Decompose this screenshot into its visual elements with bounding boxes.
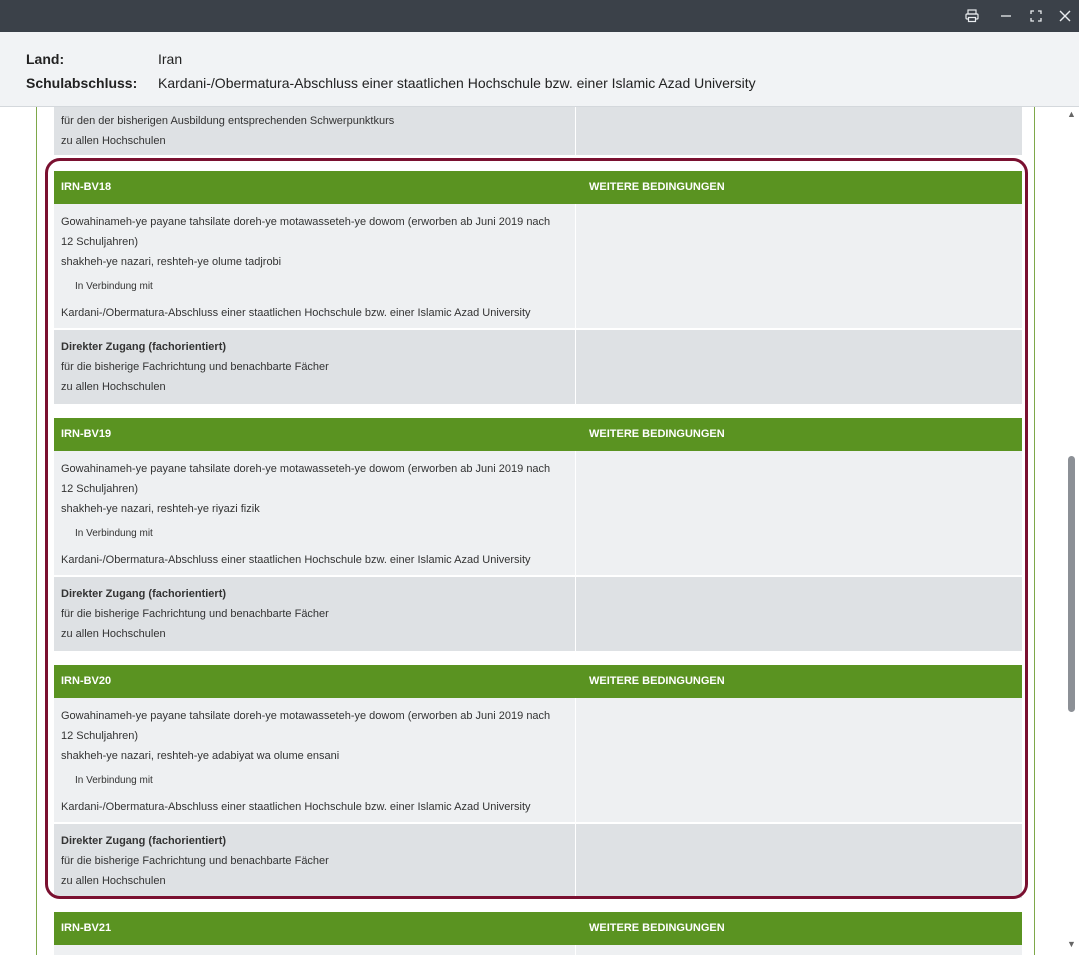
scroll-down-arrow-icon[interactable]: ▼ bbox=[1067, 940, 1076, 949]
scrollbar-thumb[interactable] bbox=[1068, 456, 1075, 712]
window-titlebar bbox=[0, 0, 1079, 32]
maximize-icon[interactable] bbox=[1024, 4, 1048, 28]
minimize-icon[interactable] bbox=[994, 4, 1018, 28]
land-label: Land: bbox=[26, 51, 65, 67]
vertical-scrollbar[interactable]: ▲ ▼ bbox=[1064, 107, 1079, 955]
schulabschluss-label: Schulabschluss: bbox=[26, 75, 138, 91]
scroll-up-arrow-icon[interactable]: ▲ bbox=[1067, 110, 1076, 119]
frame-line-right bbox=[1034, 107, 1035, 955]
printer-icon[interactable] bbox=[960, 4, 984, 28]
access-line: zu allen Hochschulen bbox=[61, 135, 166, 147]
block-header: IRN-BV21 WEITERE BEDINGUNGEN bbox=[54, 912, 1022, 945]
highlight-box bbox=[45, 158, 1028, 899]
schulabschluss-value: Kardani-/Obermatura-Abschluss einer staa… bbox=[158, 75, 756, 91]
column-divider bbox=[575, 107, 576, 155]
frame-line-left bbox=[36, 107, 37, 955]
table-row-partial: für den der bisherigen Ausbildung entspr… bbox=[54, 107, 1022, 155]
weitere-bedingungen-header: WEITERE BEDINGUNGEN bbox=[589, 922, 725, 934]
access-line: für den der bisherigen Ausbildung entspr… bbox=[61, 115, 395, 127]
block-code: IRN-BV21 bbox=[61, 922, 112, 934]
close-icon[interactable] bbox=[1053, 4, 1077, 28]
results-scroll-area[interactable]: für den der bisherigen Ausbildung entspr… bbox=[0, 107, 1064, 955]
qualification-row bbox=[54, 945, 1022, 955]
column-divider bbox=[575, 945, 576, 955]
land-value: Iran bbox=[158, 51, 183, 67]
selection-header: Land: Iran Schulabschluss: Kardani-/Ober… bbox=[0, 32, 1079, 107]
